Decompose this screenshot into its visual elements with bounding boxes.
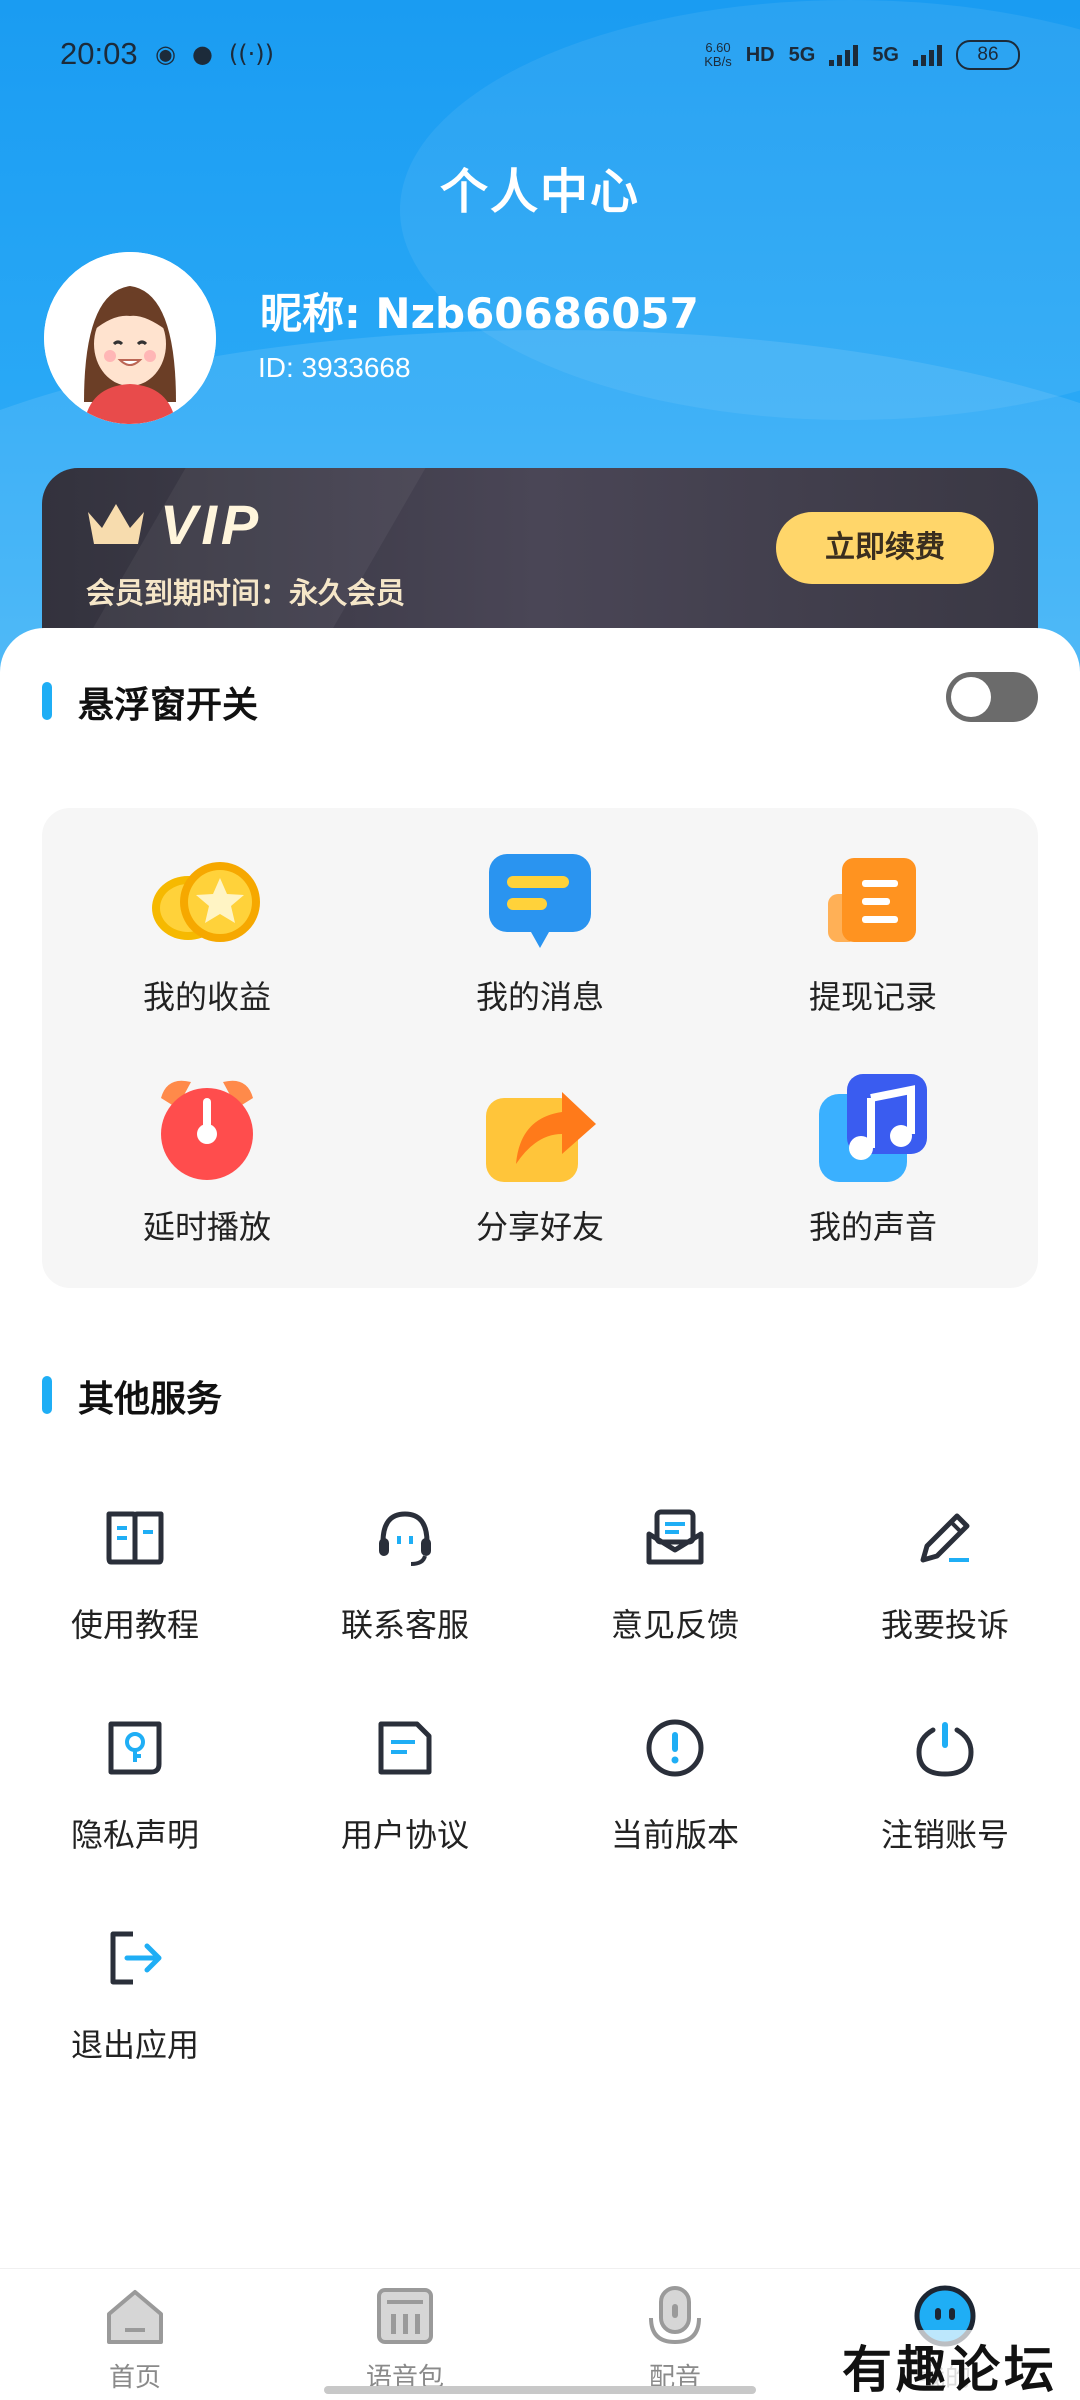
page-title: 个人中心 bbox=[439, 164, 640, 220]
hotspot-icon: ((·)) bbox=[228, 40, 274, 68]
service-tutorial[interactable]: 使用教程 bbox=[0, 1498, 270, 1646]
floating-window-label: 悬浮窗开关 bbox=[42, 676, 258, 728]
service-privacy[interactable]: 隐私声明 bbox=[0, 1708, 270, 1856]
service-label: 当前版本 bbox=[610, 1816, 739, 1854]
user-id: ID: 3933668 bbox=[258, 352, 411, 383]
feature-share-friends[interactable]: 分享好友 bbox=[375, 1048, 705, 1248]
music-icon bbox=[819, 1074, 927, 1182]
feature-label: 提现记录 bbox=[808, 978, 937, 1016]
microphone-icon bbox=[649, 2286, 701, 2345]
service-label: 注销账号 bbox=[880, 1816, 1009, 1854]
signal-strength-icon bbox=[913, 44, 942, 66]
exclamation-icon bbox=[646, 1719, 704, 1777]
feature-label: 延时播放 bbox=[142, 1208, 271, 1246]
floating-window-toggle[interactable] bbox=[946, 672, 1038, 722]
status-indicators: 6.60 KB/s HD 5G 5G 86 bbox=[704, 40, 1020, 70]
feature-grid: 我的收益 我的消息 提现记录 延时播放 分享好友 我的声音 bbox=[42, 808, 1038, 1288]
agreement-doc-icon bbox=[378, 1721, 432, 1775]
sim1-network-label: 5G bbox=[788, 43, 816, 66]
power-icon bbox=[916, 1722, 974, 1777]
headset-icon bbox=[379, 1511, 431, 1566]
feature-withdraw-records[interactable]: 提现记录 bbox=[708, 818, 1038, 1018]
service-label: 用户协议 bbox=[340, 1816, 469, 1854]
feature-my-earnings[interactable]: 我的收益 bbox=[42, 818, 372, 1018]
record-icon bbox=[828, 858, 916, 942]
battery-indicator: 86 bbox=[956, 40, 1020, 70]
feedback-mail-icon bbox=[646, 1509, 704, 1565]
feature-label: 分享好友 bbox=[475, 1208, 604, 1246]
other-services-title: 其他服务 bbox=[42, 1370, 222, 1422]
notification-icons: ◉ ● ((·)) bbox=[155, 40, 274, 68]
feature-delayed-playback[interactable]: 延时播放 bbox=[42, 1048, 372, 1248]
service-complaint[interactable]: 我要投诉 bbox=[810, 1498, 1080, 1646]
message-icon bbox=[489, 854, 591, 948]
renew-button[interactable]: 立即续费 bbox=[776, 512, 994, 584]
service-current-version[interactable]: 当前版本 bbox=[540, 1708, 810, 1856]
home-indicator[interactable] bbox=[324, 2386, 756, 2394]
share-icon bbox=[486, 1092, 596, 1182]
book-icon bbox=[106, 1511, 164, 1565]
service-label: 意见反馈 bbox=[610, 1606, 739, 1644]
avatar-girl-icon bbox=[44, 252, 216, 424]
service-label: 我要投诉 bbox=[880, 1606, 1009, 1644]
crown-icon bbox=[88, 504, 144, 544]
nav-voice-pack[interactable]: 语音包 bbox=[270, 2281, 540, 2394]
privacy-key-icon bbox=[108, 1721, 162, 1775]
feature-my-voice[interactable]: 我的声音 bbox=[708, 1048, 1038, 1248]
logout-icon bbox=[110, 1931, 162, 1985]
service-label: 退出应用 bbox=[70, 2026, 199, 2064]
nav-home[interactable]: 首页 bbox=[0, 2281, 270, 2394]
service-delete-account[interactable]: 注销账号 bbox=[810, 1708, 1080, 1856]
app-notification-icon: ◉ bbox=[155, 40, 176, 68]
service-customer-support[interactable]: 联系客服 bbox=[270, 1498, 540, 1646]
service-label: 使用教程 bbox=[70, 1606, 199, 1644]
sim2-network-label: 5G bbox=[872, 43, 899, 66]
signal-strength-icon bbox=[829, 44, 859, 66]
content-sheet: 悬浮窗开关 我的收益 我的消息 提现记录 延时播放 分享好友 我的声音 其他服务… bbox=[0, 628, 1080, 2268]
feature-label: 我的声音 bbox=[808, 1208, 937, 1246]
feature-my-messages[interactable]: 我的消息 bbox=[375, 818, 705, 1018]
avatar[interactable] bbox=[44, 252, 216, 424]
service-label: 联系客服 bbox=[340, 1606, 469, 1644]
nav-label: 首页 bbox=[108, 2363, 161, 2393]
service-feedback[interactable]: 意见反馈 bbox=[540, 1498, 810, 1646]
vip-expire-text: 会员到期时间：永久会员 bbox=[86, 576, 406, 610]
network-speed-value: 6.60 bbox=[705, 40, 731, 55]
home-icon bbox=[107, 2290, 163, 2344]
status-time: 20:03 bbox=[60, 36, 138, 71]
forum-watermark: 有趣论坛 bbox=[842, 2330, 1058, 2400]
status-bar: 20:03 ◉ ● ((·)) 6.60 KB/s HD 5G 5G 86 bbox=[0, 0, 1080, 110]
service-label: 隐私声明 bbox=[70, 1816, 199, 1854]
nickname: 昵称: Nzb60686057 bbox=[260, 289, 699, 338]
hd-voice-icon: HD bbox=[745, 43, 775, 66]
feature-label: 我的消息 bbox=[475, 978, 604, 1016]
coin-icon bbox=[152, 862, 260, 942]
voice-pack-icon bbox=[377, 2288, 433, 2344]
network-speed-unit: KB/s bbox=[704, 54, 732, 69]
service-exit-app[interactable]: 退出应用 bbox=[0, 1918, 270, 2066]
wechat-icon: ● bbox=[191, 40, 213, 68]
network-speed: 6.60 KB/s bbox=[704, 41, 731, 69]
alarm-clock-icon bbox=[161, 1080, 253, 1180]
vip-badge: VIP bbox=[160, 493, 263, 556]
nav-dubbing[interactable]: 配音 bbox=[540, 2281, 810, 2394]
service-user-agreement[interactable]: 用户协议 bbox=[270, 1708, 540, 1856]
pen-icon bbox=[920, 1513, 970, 1563]
feature-label: 我的收益 bbox=[142, 978, 271, 1016]
